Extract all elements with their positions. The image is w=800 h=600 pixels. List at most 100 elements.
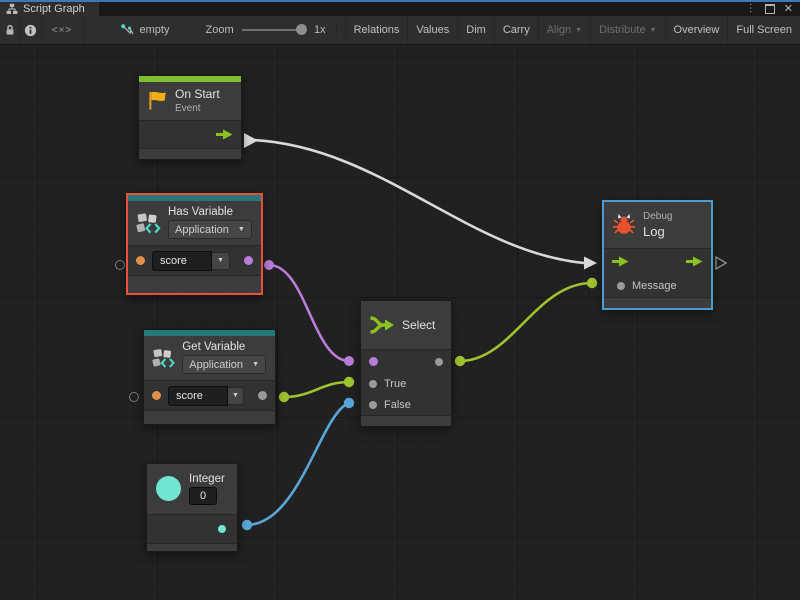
getvariable-ghost-port[interactable] <box>129 392 139 402</box>
flow-out-port[interactable] <box>686 256 703 267</box>
info-icon <box>24 24 37 37</box>
flow-in-port[interactable] <box>612 256 629 267</box>
info-button[interactable] <box>21 16 42 44</box>
has-variable-name-picker[interactable]: ▼ <box>212 252 230 270</box>
get-variable-scope-caret-icon: ▼ <box>252 361 259 368</box>
on-start-flow-row <box>139 121 241 148</box>
align-caret-icon: ▼ <box>575 27 582 34</box>
has-variable-scope-value: Application <box>175 224 229 236</box>
code-view-button[interactable]: <×> <box>42 16 84 44</box>
get-variable-name-field[interactable]: score <box>168 386 228 406</box>
debug-log-title: Log <box>643 224 672 239</box>
debug-log-message-port[interactable] <box>617 282 625 290</box>
node-select[interactable]: Select True False <box>360 300 452 427</box>
tab-title: Script Graph <box>23 3 85 15</box>
overview-label: Overview <box>674 24 720 36</box>
select-true-row: True <box>361 373 451 394</box>
graph-icon <box>6 3 18 15</box>
carry-label: Carry <box>503 24 530 36</box>
get-variable-header[interactable]: Get Variable Application ▼ <box>144 336 275 380</box>
get-variable-footer <box>144 410 275 424</box>
on-start-subtitle: Event <box>175 103 220 114</box>
has-variable-result-port[interactable] <box>244 256 253 265</box>
get-variable-scope-dropdown[interactable]: Application ▼ <box>182 355 266 374</box>
select-condition-row <box>361 350 451 373</box>
get-variable-name-port[interactable] <box>152 391 161 400</box>
select-title: Select <box>402 318 435 332</box>
distribute-caret-icon: ▼ <box>650 27 657 34</box>
maximize-icon[interactable] <box>765 4 775 14</box>
select-false-label: False <box>384 399 411 411</box>
select-true-port[interactable] <box>369 380 377 388</box>
lock-icon <box>4 24 16 36</box>
zoom-slider-handle[interactable] <box>296 24 307 35</box>
selection-status-text: empty <box>140 24 170 36</box>
hasvariable-ghost-port[interactable] <box>115 260 125 270</box>
debug-log-category: Debug <box>643 211 672 222</box>
has-variable-title: Has Variable <box>168 206 252 218</box>
distribute-label: Distribute <box>599 24 645 36</box>
node-on-start[interactable]: On Start Event <box>138 75 242 160</box>
zoom-label: Zoom <box>179 24 241 36</box>
close-icon[interactable]: ✕ <box>784 4 793 14</box>
integer-header[interactable]: Integer 0 <box>147 464 237 514</box>
debug-log-footer <box>604 297 711 308</box>
has-variable-name-row: score ▼ <box>128 246 261 275</box>
has-variable-name-field[interactable]: score <box>152 251 212 271</box>
variables-icon <box>152 347 175 369</box>
has-variable-scope-caret-icon: ▼ <box>238 226 245 233</box>
distribute-button[interactable]: Distribute ▼ <box>591 16 665 44</box>
values-button[interactable]: Values <box>408 16 458 44</box>
select-true-label: True <box>384 378 406 390</box>
node-debug-log[interactable]: Debug Log Message <box>602 200 713 310</box>
integer-title: Integer <box>189 473 225 485</box>
zoom-slider[interactable] <box>242 16 307 44</box>
carry-button[interactable]: Carry <box>495 16 539 44</box>
on-start-title: On Start <box>175 87 220 101</box>
debug-log-message-label: Message <box>632 280 677 292</box>
flag-icon <box>147 90 168 111</box>
get-variable-value-port[interactable] <box>258 391 267 400</box>
select-condition-port[interactable] <box>369 357 378 366</box>
align-button[interactable]: Align ▼ <box>539 16 591 44</box>
select-header[interactable]: Select <box>361 301 451 349</box>
has-variable-header[interactable]: Has Variable Application ▼ <box>128 201 261 245</box>
dim-button[interactable]: Dim <box>458 16 495 44</box>
align-label: Align <box>547 24 571 36</box>
window-controls: ⋮ ✕ <box>746 4 800 14</box>
field-caret-icon: ▼ <box>217 257 224 264</box>
window-menu-icon[interactable]: ⋮ <box>746 4 756 14</box>
get-variable-title: Get Variable <box>182 341 266 353</box>
node-has-variable[interactable]: Has Variable Application ▼ score ▼ <box>126 193 263 295</box>
tab-script-graph[interactable]: Script Graph <box>0 2 99 16</box>
bug-icon <box>612 213 636 236</box>
integer-value-field[interactable]: 0 <box>189 487 217 505</box>
values-label: Values <box>416 24 449 36</box>
relations-label: Relations <box>354 24 400 36</box>
select-merge-icon <box>369 315 395 335</box>
relations-button[interactable]: Relations <box>345 16 409 44</box>
select-footer <box>361 415 451 426</box>
dim-label: Dim <box>466 24 486 36</box>
flow-out-port[interactable] <box>216 129 233 140</box>
variables-icon <box>136 212 161 234</box>
get-variable-name-row: score ▼ <box>144 381 275 410</box>
node-get-variable[interactable]: Get Variable Application ▼ score ▼ <box>143 329 276 425</box>
select-false-port[interactable] <box>369 401 377 409</box>
select-output-port[interactable] <box>435 358 443 366</box>
code-icon: <×> <box>52 25 73 36</box>
debug-log-message-row: Message <box>604 274 711 297</box>
get-variable-name-picker[interactable]: ▼ <box>228 387 244 405</box>
debug-log-header[interactable]: Debug Log <box>604 202 711 248</box>
node-integer[interactable]: Integer 0 <box>146 463 238 552</box>
has-variable-name-port[interactable] <box>136 256 145 265</box>
on-start-header[interactable]: On Start Event <box>139 82 241 120</box>
selection-status: empty <box>106 16 180 44</box>
full-screen-label: Full Screen <box>736 24 792 36</box>
integer-output-port[interactable] <box>218 525 226 533</box>
overview-button[interactable]: Overview <box>666 16 729 44</box>
lock-button[interactable] <box>0 16 21 44</box>
has-variable-scope-dropdown[interactable]: Application ▼ <box>168 220 252 239</box>
full-screen-button[interactable]: Full Screen <box>728 16 800 44</box>
on-start-footer <box>139 148 241 159</box>
